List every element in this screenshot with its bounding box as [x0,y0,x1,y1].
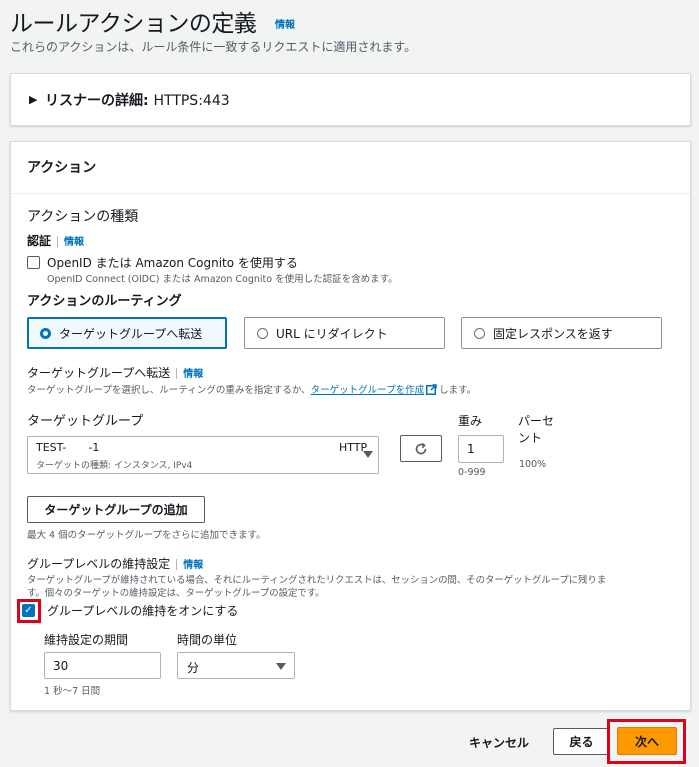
percent-label-line1: パーセ [518,414,555,428]
target-group-select[interactable]: TEST- -1 HTTP ターゲットの種類: インスタンス, IPv4 [27,436,379,474]
stickiness-checkbox[interactable]: ✓ [22,604,35,617]
radio-unselected-icon [474,327,485,339]
percent-label-line2: ント [518,431,543,445]
page-title: ルールアクションの定義 [10,11,257,37]
radio-redirect-url[interactable]: URL にリダイレクト [244,317,445,349]
listener-details-value: HTTPS:443 [153,93,230,109]
weight-label: 重み [458,414,483,428]
radio-selected-icon [40,327,51,339]
radio-fixed-response[interactable]: 固定レスポンスを返す [461,317,662,349]
duration-hint: 1 秒〜7 日間 [44,686,101,697]
stickiness-desc-line2: す。個々のターゲットの維持設定は、ターゲットグループの設定です。 [27,588,325,599]
external-link-icon[interactable] [426,383,437,398]
stickiness-desc-line1: ターゲットグループが維持されている場合、それにルーティングされたリクエストは、セ… [27,575,607,586]
weight-range: 0-999 [458,467,486,478]
actions-title: アクション [27,160,97,176]
auth-heading: 認証 情報 [27,232,84,249]
create-target-group-link[interactable]: ターゲットグループを作成 [311,385,424,396]
radio-unselected-icon [257,327,268,339]
stickiness-checkbox-label[interactable]: グループレベルの維持をオンにする [47,602,238,619]
stickiness-heading: グループレベルの維持設定 情報 [27,555,203,572]
unit-value: 分 [187,661,200,675]
expand-triangle-icon[interactable]: ▶ [29,93,37,106]
radio-fixed-label: 固定レスポンスを返す [493,326,613,341]
target-group-name: TEST- -1 [36,441,99,454]
auth-label: 認証 [27,234,52,248]
auth-checkbox-label[interactable]: OpenID または Amazon Cognito を使用する [47,254,298,271]
listener-details-panel[interactable]: ▶ リスナーの詳細: HTTPS:443 [10,73,691,126]
caret-down-icon [363,451,373,458]
listener-details-heading: リスナーの詳細: HTTPS:443 [45,90,230,110]
next-button[interactable]: 次へ [617,727,677,755]
stickiness-label: グループレベルの維持設定 [27,557,171,571]
actions-panel: アクション アクションの種類 認証 情報 OpenID または Amazon Co… [10,141,691,711]
duration-label: 維持設定の期間 [44,633,129,647]
percent-value: 100% [519,459,547,470]
back-button[interactable]: 戻る [553,728,610,755]
target-group-label: ターゲットグループ [27,414,144,429]
forward-info-link[interactable]: 情報 [183,369,203,380]
add-target-group-desc: 最大 4 個のターゲットグループをさらに追加できます。 [27,530,266,541]
actions-header: アクション [11,142,690,194]
unit-select[interactable]: 分 [177,652,295,679]
divider [176,559,178,570]
check-icon: ✓ [24,605,33,616]
auth-info-link[interactable]: 情報 [64,237,84,248]
forward-desc-text: ターゲットグループを選択し、ルーティングの重みを指定するか、 [27,385,311,396]
divider [57,236,59,247]
duration-input[interactable]: 30 [44,652,161,679]
auth-checkbox[interactable] [27,256,40,269]
cancel-button[interactable]: キャンセル [469,734,529,751]
auth-checkbox-desc: OpenID Connect (OIDC) または Amazon Cognito… [47,274,398,285]
listener-details-label: リスナーの詳細: [45,93,149,109]
routing-label: アクションのルーティング [27,294,182,309]
unit-label: 時間の単位 [177,633,238,647]
refresh-button[interactable] [400,435,442,462]
forward-heading: ターゲットグループへ転送 情報 [27,364,203,381]
page-subtitle: これらのアクションは、ルール条件に一致するリクエストに適用されます。 [10,40,417,54]
forward-label: ターゲットグループへ転送 [27,366,171,380]
add-target-group-button[interactable]: ターゲットグループの追加 [27,496,205,523]
forward-desc: ターゲットグループを選択し、ルーティングの重みを指定するか、ターゲットグループを… [27,382,476,398]
radio-redirect-label: URL にリダイレクト [276,326,388,341]
target-group-name-prefix: TEST- [36,441,67,454]
title-info-link[interactable]: 情報 [275,16,295,31]
target-group-name-suffix: -1 [88,441,100,454]
divider [176,368,178,379]
radio-forward-label: ターゲットグループへ転送 [59,326,203,341]
weight-input[interactable]: 1 [458,435,504,463]
action-type-label: アクションの種類 [27,209,139,225]
stickiness-info-link[interactable]: 情報 [183,560,203,571]
forward-desc-suffix: します。 [439,385,477,396]
caret-down-icon [276,663,286,670]
target-group-detail: ターゲットの種類: インスタンス, IPv4 [36,461,193,471]
refresh-icon [414,442,428,456]
radio-forward-target-group[interactable]: ターゲットグループへ転送 [27,317,227,349]
